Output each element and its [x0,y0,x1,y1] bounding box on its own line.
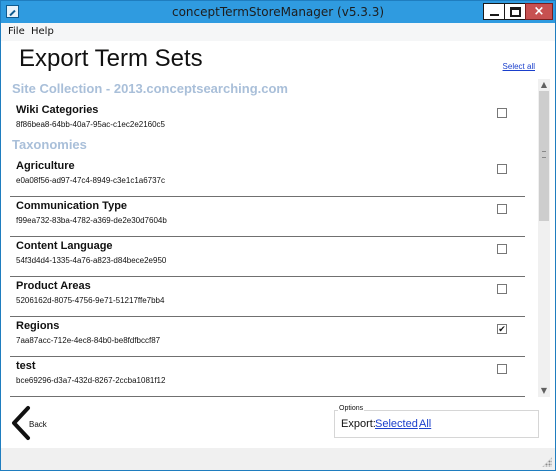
status-bar [1,448,555,470]
term-set-row[interactable]: Communication Type f99ea732-83ba-4782-a3… [10,197,525,237]
section-header-site-collection: Site Collection - 2013.conceptsearching.… [12,81,288,96]
scroll-thumb[interactable] [539,91,549,221]
back-label: Back [29,420,47,429]
term-set-row[interactable]: Wiki Categories 8f86bea8-64bb-40a7-95ac-… [10,101,525,141]
row-divider [10,396,525,397]
term-set-checkbox[interactable] [497,204,507,214]
term-set-checkbox[interactable] [497,244,507,254]
window-title: conceptTermStoreManager (v5.3.3) [171,5,385,19]
term-set-checkbox[interactable] [497,364,507,374]
term-set-name: Product Areas [16,280,91,292]
menu-help[interactable]: Help [31,26,54,37]
term-set-checkbox[interactable]: ✔ [497,324,507,334]
title-bar[interactable]: conceptTermStoreManager (v5.3.3) × [1,1,555,23]
select-all-link[interactable]: Select all [503,62,535,71]
menu-file[interactable]: File [8,26,25,37]
section-header-taxonomies: Taxonomies [12,137,87,152]
maximize-button[interactable] [504,3,526,20]
minimize-icon [490,14,499,16]
resize-grip-icon[interactable] [542,457,552,467]
term-set-name: Regions [16,320,60,332]
close-button[interactable]: × [525,3,553,20]
term-set-checkbox[interactable] [497,284,507,294]
term-set-row[interactable]: Agriculture e0a08f56-ad97-47c4-8949-c3e1… [10,157,525,197]
minimize-button[interactable] [483,3,505,20]
term-set-guid: 8f86bea8-64bb-40a7-95ac-c1ec2e2160c5 [16,120,166,129]
close-icon: × [533,4,545,19]
term-set-name: test [16,360,36,372]
term-set-row[interactable]: test bce69296-d3a7-432d-8267-2ccba1081f1… [10,357,525,397]
options-legend: Options [338,405,365,412]
scroll-up-icon[interactable]: ▲ [538,79,550,91]
vertical-scrollbar[interactable]: ▲ ▼ [538,79,550,397]
maximize-icon [510,7,521,17]
scroll-down-icon[interactable]: ▼ [538,385,550,397]
menu-bar: File Help [1,23,555,41]
term-set-list: Site Collection - 2013.conceptsearching.… [10,79,537,397]
export-all-link[interactable]: All [419,418,431,430]
term-set-guid: f99ea732-83ba-4782-a369-de2e30d7604b [16,216,167,225]
export-options-group: Export: Selected All [334,410,539,438]
term-set-checkbox[interactable] [497,164,507,174]
term-set-guid: 54f3d4d4-1335-4a76-a823-d84bece2e950 [16,256,167,265]
term-set-row[interactable]: Regions 7aa87acc-712e-4ec8-84b0-be8fdfbc… [10,317,525,357]
term-set-guid: bce69296-d3a7-432d-8267-2ccba1081f12 [16,376,166,385]
page-title: Export Term Sets [19,45,203,72]
term-set-name: Agriculture [16,160,75,172]
term-set-guid: e0a08f56-ad97-47c4-8949-c3e1c1a6737c [16,176,166,185]
term-set-name: Wiki Categories [16,104,99,116]
term-set-row[interactable]: Content Language 54f3d4d4-1335-4a76-a823… [10,237,525,277]
chevron-left-icon [12,406,30,440]
term-set-guid: 7aa87acc-712e-4ec8-84b0-be8fdfbccf87 [16,336,161,345]
term-set-name: Communication Type [16,200,128,212]
term-set-row[interactable]: Product Areas 5206162d-8075-4756-9e71-51… [10,277,525,317]
term-set-name: Content Language [16,240,113,252]
export-label: Export: [341,418,376,430]
app-window: conceptTermStoreManager (v5.3.3) × File … [0,0,556,471]
term-set-guid: 5206162d-8075-4756-9e71-51217ffe7bb4 [16,296,165,305]
term-set-checkbox[interactable] [497,108,507,118]
export-selected-link[interactable]: Selected [375,418,418,430]
